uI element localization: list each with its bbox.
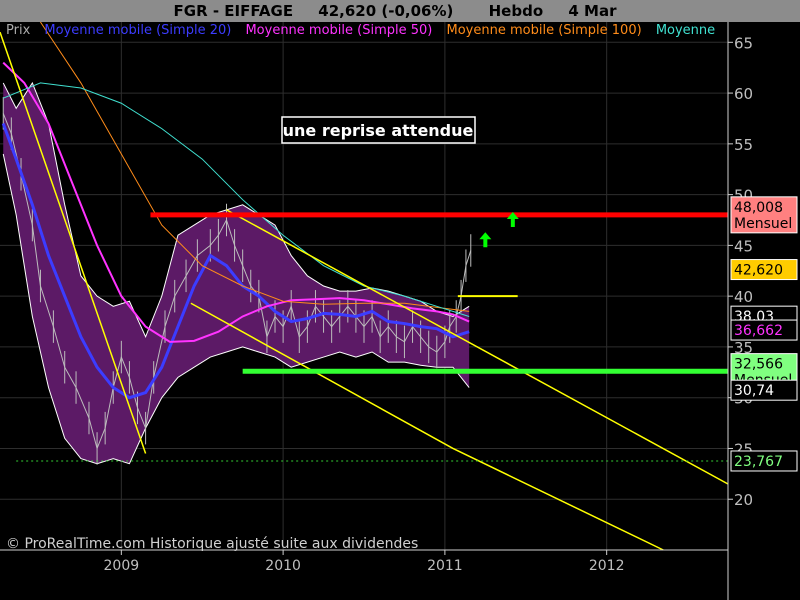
x-tick-label: 2012 bbox=[589, 558, 625, 574]
y-tick-label: 45 bbox=[734, 237, 753, 255]
y-tick-label: 40 bbox=[734, 288, 753, 306]
legend: Prix Moyenne mobile (Simple 20) Moyenne … bbox=[6, 23, 728, 38]
x-tick-label: 2011 bbox=[427, 558, 463, 574]
chart-header: FGR - EIFFAGE 42,620 (-0,06%) Hebdo 4 Ma… bbox=[0, 0, 800, 22]
x-tick-label: 2010 bbox=[265, 558, 301, 574]
y-tick-label: 55 bbox=[734, 136, 753, 154]
price-label-sub: Mensuel bbox=[734, 216, 792, 232]
legend-item-moyenne: Moyenne bbox=[655, 23, 716, 38]
date: 4 Mar bbox=[568, 2, 617, 20]
legend-item-sma50: Moyenne mobile (Simple 50) bbox=[245, 23, 433, 38]
price-label: 48,008 bbox=[734, 200, 783, 216]
price-label: 36,662 bbox=[734, 323, 783, 339]
watermark: © ProRealTime.com Historique ajusté suit… bbox=[6, 536, 418, 552]
y-tick-label: 65 bbox=[734, 34, 753, 52]
legend-item-sma100: Moyenne mobile (Simple 100) bbox=[446, 23, 642, 38]
annotation-text: une reprise attendue bbox=[283, 121, 474, 140]
price-label: 32,566 bbox=[734, 357, 783, 373]
symbol-title: FGR - EIFFAGE bbox=[173, 2, 294, 20]
price-label: 42,620 bbox=[734, 263, 783, 279]
legend-item-sma20: Moyenne mobile (Simple 20) bbox=[44, 23, 232, 38]
period: Hebdo bbox=[488, 2, 544, 20]
y-tick-label: 60 bbox=[734, 85, 753, 103]
price-change: 42,620 (-0,06%) bbox=[318, 2, 454, 20]
price-label: 23,767 bbox=[734, 454, 783, 470]
y-tick-label: 20 bbox=[734, 491, 753, 509]
legend-item-price: Prix bbox=[6, 23, 31, 38]
x-tick-label: 2009 bbox=[104, 558, 140, 574]
price-chart: 20253035404550556065200920102011201248,0… bbox=[0, 0, 798, 600]
period-label: Hebdo 4 Mar bbox=[479, 2, 627, 20]
price-label: 30,74 bbox=[734, 383, 774, 399]
